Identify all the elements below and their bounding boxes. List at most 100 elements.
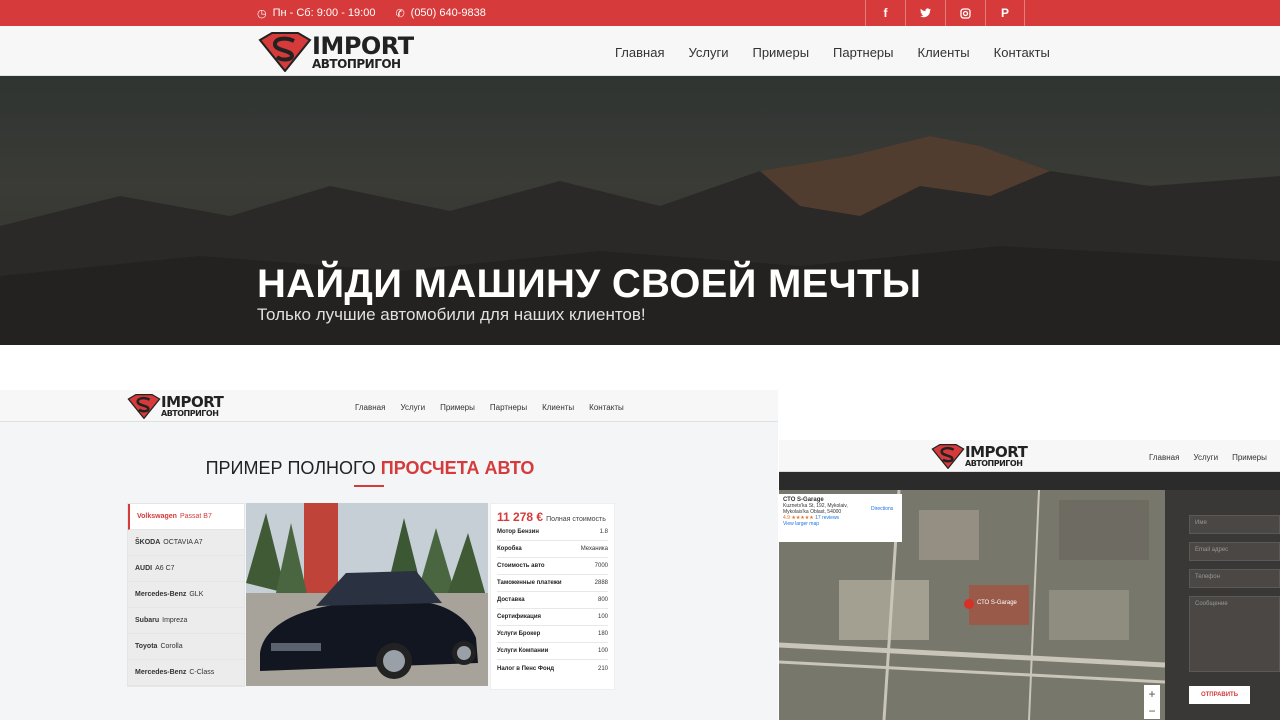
calc-title: ПРИМЕР ПОЛНОГО ПРОСЧЕТА АВТО [0,458,740,479]
car-make: Subaru [135,617,160,624]
hero-banner: НАЙДИ МАШИНУ СВОЕЙ МЕЧТЫ Только лучшие а… [0,76,1280,345]
calc-preview: IMPORT АВТОПРИГОН Главная Услуги Примеры … [0,390,778,720]
nav-contacts[interactable]: Контакты [994,45,1050,60]
calc-title-accent: ПРОСЧЕТА АВТО [380,458,535,478]
contact-nav-home[interactable]: Главная [1149,453,1179,462]
price-label: Полная стоимость [546,516,606,523]
superman-shield-icon [258,32,312,72]
pinterest-icon[interactable]: P [985,0,1025,26]
name-field[interactable]: Имя [1189,515,1280,534]
brand-logo[interactable]: IMPORT АВТОПРИГОН [258,32,414,72]
calc-nav-home[interactable]: Главная [355,403,385,412]
contact-brand-line2: АВТОПРИГОН [965,459,1023,468]
spec-row: Стоимость авто 7000 [497,558,608,575]
spec-label: Услуги Брокер [497,631,541,637]
hours-text: Пн - Сб: 9:00 - 19:00 [272,7,376,19]
spec-value: 2888 [594,580,608,586]
spec-row: Коробка Механика [497,541,608,558]
zoom-out-button[interactable]: − [1148,704,1155,718]
car-item[interactable]: ŠKODA OCTAVIA A7 [128,530,244,556]
spec-panel: 11 278 € Полная стоимость Мотор Бензин 1.8… [490,503,615,690]
spec-value: 210 [597,665,608,672]
car-make: Mercedes-Benz [135,591,187,598]
phone-icon: ✆ [395,7,405,20]
contact-preview: IMPORT АВТОПРИГОН Главная Услуги Примеры … [779,440,1280,720]
car-model: GLK [189,591,204,598]
nav-home[interactable]: Главная [615,45,664,60]
car-model: Impreza [162,617,188,624]
car-item[interactable]: AUDI A6 C7 [128,556,244,582]
spec-value: 180 [597,631,608,637]
superman-shield-icon [931,444,965,469]
car-item[interactable]: Mercedes-Benz C-Class [128,660,244,686]
spec-row: Мотор Бензин 1.8 [497,524,608,541]
hero-subtitle: Только лучшие автомобили для наших клиен… [257,305,646,324]
spec-label: Мотор Бензин [497,529,539,535]
spec-value: 7000 [594,563,608,569]
spec-label: Налог в Пенс Фонд [497,665,555,672]
email-field[interactable]: Email адрес [1189,542,1280,561]
car-model: Corolla [160,643,183,650]
contact-nav-services[interactable]: Услуги [1193,453,1218,462]
spec-row: Услуги Брокер 180 [497,626,608,643]
car-model: OCTAVIA A7 [163,539,203,546]
map-zoom-control: + − [1144,685,1160,719]
calc-brand-line1: IMPORT [161,393,224,411]
contact-nav-examples[interactable]: Примеры [1232,453,1267,462]
spec-row: Таможенные платежи 2888 [497,575,608,592]
calc-nav-examples[interactable]: Примеры [440,403,475,412]
calc-logo[interactable]: IMPORT АВТОПРИГОН [127,393,224,419]
spec-value: Механика [580,546,608,552]
spec-label: Таможенные платежи [497,580,562,586]
spec-value: 800 [597,597,608,603]
zoom-in-button[interactable]: + [1148,687,1155,701]
main-nav: Главная Услуги Примеры Партнеры Клиенты … [615,45,1050,60]
facebook-icon[interactable]: f [865,0,905,26]
spec-label: Доставка [497,597,525,603]
car-list: Volkswagen Passat B7 ŠKODA OCTAVIA A7 AUDI… [127,503,245,687]
nav-partners[interactable]: Партнеры [833,45,893,60]
brand-line2: АВТОПРИГОН [312,57,401,71]
spec-row: Доставка 800 [497,592,608,609]
car-photo [246,503,488,686]
nav-clients[interactable]: Клиенты [918,45,970,60]
phone-field[interactable]: Телефон [1189,569,1280,588]
instagram-icon[interactable] [945,0,985,26]
twitter-icon[interactable] [905,0,945,26]
car-item[interactable]: Mercedes-Benz GLK [128,582,244,608]
spec-row: Сертификация 100 [497,609,608,626]
clock-icon: ◷ [257,7,267,20]
car-item[interactable]: Toyota Corolla [128,634,244,660]
superman-shield-icon [127,394,161,419]
car-make: ŠKODA [135,539,161,546]
calc-nav: Главная Услуги Примеры Партнеры Клиенты … [355,403,624,412]
contact-logo[interactable]: IMPORT АВТОПРИГОН [931,443,1028,469]
calc-header: IMPORT АВТОПРИГОН Главная Услуги Примеры … [0,390,778,422]
calc-nav-partners[interactable]: Партнеры [490,403,527,412]
contact-brand-line1: IMPORT [965,443,1028,461]
calc-nav-clients[interactable]: Клиенты [542,403,574,412]
car-make: Mercedes-Benz [135,669,187,676]
car-make: Toyota [135,643,158,650]
calc-nav-services[interactable]: Услуги [400,403,425,412]
spec-row: Услуги Компании 100 [497,643,608,660]
nav-services[interactable]: Услуги [688,45,728,60]
contact-form: Имя Email адрес Телефон Сообщение ОТПРАВ… [1165,490,1280,720]
phone-info[interactable]: ✆ (050) 640-9838 [395,7,485,20]
message-field[interactable]: Сообщение [1189,596,1280,672]
contact-info: ◷ Пн - Сб: 9:00 - 19:00 ✆ (050) 640-9838 [257,0,486,26]
spec-label: Коробка [497,546,522,552]
car-item[interactable]: Subaru Impreza [128,608,244,634]
title-underline [354,485,384,487]
car-item[interactable]: Volkswagen Passat B7 [128,504,244,530]
larger-map-link[interactable]: View larger map [783,521,898,527]
car-model: C-Class [189,669,215,676]
submit-button[interactable]: ОТПРАВИТЬ [1189,686,1250,704]
nav-examples[interactable]: Примеры [752,45,809,60]
directions-link[interactable]: Directions [871,506,893,512]
main-header: IMPORT АВТОПРИГОН Главная Услуги Примеры… [0,26,1280,76]
car-model: A6 C7 [155,565,175,572]
calc-brand-line2: АВТОПРИГОН [161,409,219,418]
calc-nav-contacts[interactable]: Контакты [589,403,624,412]
phone-text: (050) 640-9838 [410,7,486,19]
